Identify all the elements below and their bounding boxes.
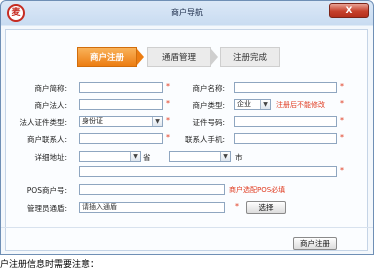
- required-star: *: [340, 133, 344, 142]
- merchant-type-select[interactable]: 企业 ▼: [234, 99, 271, 110]
- merchant-register-button[interactable]: 商户注册: [293, 237, 337, 250]
- choose-shield-button[interactable]: 选择: [246, 201, 286, 214]
- required-star: *: [340, 116, 344, 125]
- step-merchant-register: 商户注册: [77, 47, 137, 67]
- merchant-type-hint: 注册后不能修改: [276, 101, 325, 109]
- window-title: 商户导航: [171, 8, 203, 17]
- chevron-down-icon: ▼: [130, 152, 140, 161]
- contact-person-label: 商户联系人:: [26, 135, 67, 144]
- merchant-name-input[interactable]: [234, 82, 337, 93]
- bottom-note-text: 户注册信息时需要注意：: [0, 260, 100, 270]
- pos-number-label: POS商户号:: [26, 186, 67, 195]
- step-arrow-icon: [137, 49, 144, 65]
- merchant-type-label: 商户类型:: [192, 101, 225, 110]
- merchant-nav-window: 麦 商户导航 X 商户注册 通盾管理 注册完成 商户简称: * 商户名称: * …: [0, 0, 374, 255]
- merchant-type-value: 企业: [237, 100, 251, 108]
- city-unit: 市: [235, 153, 243, 162]
- address-detail-input[interactable]: [79, 166, 337, 177]
- required-star: *: [166, 116, 170, 125]
- id-number-label: 证件号码:: [192, 118, 225, 127]
- merchant-short-name-label: 商户简称:: [34, 84, 67, 93]
- chevron-down-icon: ▼: [152, 117, 162, 126]
- required-star: *: [166, 99, 170, 108]
- contact-person-input[interactable]: [79, 133, 163, 144]
- footer-divider: [1, 227, 373, 228]
- manage-shield-label: 管理员通盾:: [26, 204, 67, 213]
- merchant-short-name-input[interactable]: [79, 82, 163, 93]
- contact-mobile-label: 联系人手机:: [184, 135, 225, 144]
- legal-person-input[interactable]: [79, 99, 163, 110]
- required-star: *: [166, 133, 170, 142]
- step-shield-manage: 通盾管理: [147, 47, 211, 67]
- city-select[interactable]: ▼: [169, 151, 231, 162]
- step-register-complete: 注册完成: [220, 47, 280, 67]
- merchant-name-label: 商户名称:: [192, 84, 225, 93]
- chevron-down-icon: ▼: [260, 100, 270, 109]
- required-star: *: [340, 82, 344, 91]
- legal-id-type-value: 身份证: [82, 117, 103, 125]
- legal-id-type-select[interactable]: 身份证 ▼: [79, 116, 163, 127]
- province-unit: 省: [143, 153, 151, 162]
- contact-mobile-input[interactable]: [234, 133, 337, 144]
- manage-shield-input[interactable]: 请插入通盾: [79, 202, 225, 213]
- required-star: *: [235, 202, 239, 211]
- legal-id-type-label: 法人证件类型:: [19, 118, 67, 127]
- required-star: *: [340, 166, 344, 175]
- chevron-down-icon: ▼: [220, 152, 230, 161]
- province-select[interactable]: ▼: [79, 151, 141, 162]
- close-button[interactable]: X: [329, 3, 369, 18]
- title-bar: 麦 商户导航 X: [1, 1, 373, 25]
- pos-number-input[interactable]: [79, 184, 225, 195]
- required-star: *: [340, 99, 344, 108]
- id-number-input[interactable]: [234, 116, 337, 127]
- legal-person-label: 商户法人:: [34, 101, 67, 110]
- pos-number-hint: 商户选配POS必填: [229, 186, 286, 194]
- step-arrow-icon: [211, 49, 218, 65]
- required-star: *: [166, 82, 170, 91]
- address-label: 详细地址:: [34, 153, 67, 162]
